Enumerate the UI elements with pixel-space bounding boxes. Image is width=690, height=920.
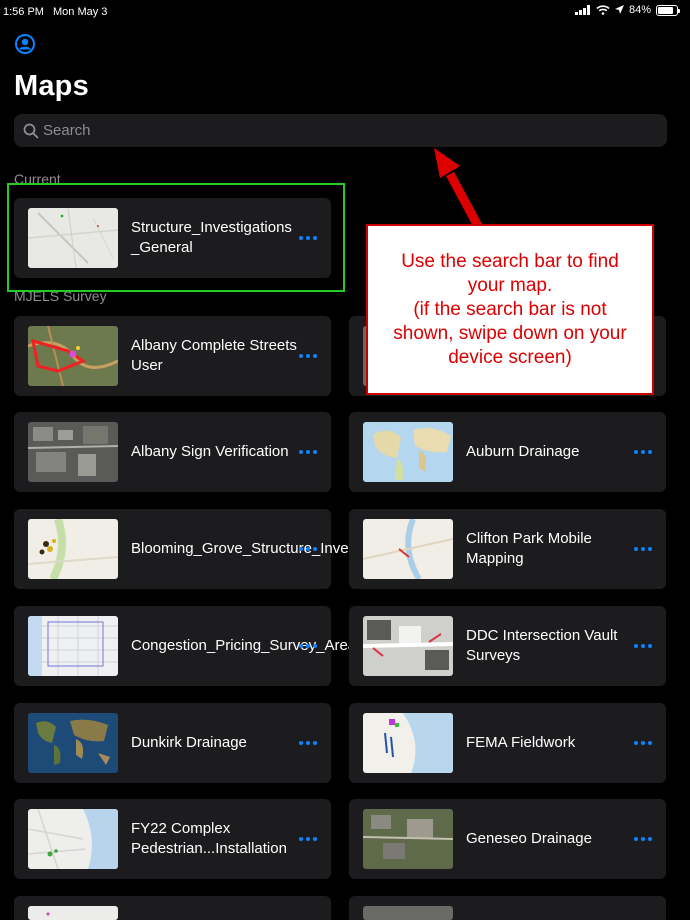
map-card-partial[interactable]	[349, 896, 666, 920]
ellipsis-icon[interactable]	[297, 446, 319, 458]
person-circle-icon[interactable]	[15, 34, 35, 54]
magnifier-icon	[23, 123, 39, 138]
battery-percent: 84%	[628, 4, 651, 16]
map-card[interactable]: Auburn Drainage	[349, 412, 666, 492]
ellipsis-icon[interactable]	[297, 543, 319, 555]
ellipsis-icon[interactable]	[632, 737, 654, 749]
location-icon	[614, 5, 624, 14]
search-input[interactable]	[43, 122, 643, 139]
annotation-callout: Use the search bar to find your map. (if…	[366, 224, 654, 395]
ellipsis-icon[interactable]	[297, 350, 319, 362]
map-title: Auburn Drainage	[466, 443, 580, 460]
map-card[interactable]: DDC Intersection Vault Surveys	[349, 606, 666, 686]
map-thumbnail	[28, 519, 118, 579]
callout-line: device screen)	[448, 347, 572, 368]
page-title: Maps	[14, 70, 89, 102]
ellipsis-icon[interactable]	[297, 737, 319, 749]
map-thumbnail	[28, 906, 118, 920]
callout-line: Use the search bar to find	[401, 251, 619, 272]
ellipsis-icon[interactable]	[297, 833, 319, 845]
map-title: Dunkirk Drainage	[131, 734, 247, 751]
map-thumbnail	[28, 809, 118, 869]
map-thumbnail	[28, 422, 118, 482]
map-title: Geneseo Drainage	[466, 830, 592, 847]
map-title: Blooming_Grove_Structure_Investigations	[131, 540, 412, 557]
ellipsis-icon[interactable]	[297, 640, 319, 652]
ellipsis-icon[interactable]	[632, 446, 654, 458]
map-title: Albany Complete Streets User	[131, 337, 297, 374]
map-card[interactable]: Dunkirk Drainage	[14, 703, 331, 783]
map-thumbnail	[363, 713, 453, 773]
map-title: FEMA Fieldwork	[466, 734, 576, 751]
map-card[interactable]: Geneseo Drainage	[349, 799, 666, 879]
map-title: FY22 Complex Pedestrian...Installation	[131, 820, 287, 857]
battery-level	[658, 6, 674, 14]
map-thumbnail	[28, 616, 118, 676]
map-card[interactable]: Clifton Park Mobile Mapping	[349, 509, 666, 589]
status-indicators: 84%	[574, 4, 680, 16]
map-card-partial[interactable]	[14, 896, 331, 920]
callout-line: your map.	[467, 275, 553, 296]
callout-line: (if the search bar is not	[413, 299, 607, 320]
status-time: 1:56 PM	[3, 6, 44, 18]
map-title: Albany Sign Verification	[131, 443, 289, 460]
battery-icon	[656, 4, 680, 16]
map-title: Clifton Park Mobile Mapping	[466, 530, 592, 567]
map-card[interactable]: FY22 Complex Pedestrian...Installation	[14, 799, 331, 879]
ellipsis-icon[interactable]	[632, 543, 654, 555]
map-card[interactable]: Albany Complete Streets User	[14, 316, 331, 396]
search-bar[interactable]	[14, 114, 667, 147]
ellipsis-icon[interactable]	[632, 833, 654, 845]
status-bar: 1:56 PM Mon May 3 84%	[0, 0, 690, 24]
map-thumbnail	[363, 906, 453, 920]
map-card[interactable]: FEMA Fieldwork	[349, 703, 666, 783]
map-thumbnail	[363, 809, 453, 869]
map-title: DDC Intersection Vault Surveys	[466, 627, 618, 664]
callout-line: shown, swipe down on your	[393, 323, 627, 344]
signal-icon	[574, 5, 590, 15]
map-thumbnail	[363, 519, 453, 579]
status-date: Mon May 3	[53, 6, 108, 18]
ellipsis-icon[interactable]	[632, 640, 654, 652]
map-thumbnail	[363, 422, 453, 482]
map-card[interactable]: Albany Sign Verification	[14, 412, 331, 492]
map-thumbnail	[28, 713, 118, 773]
map-card[interactable]: Blooming_Grove_Structure_Investigations	[14, 509, 412, 589]
wifi-icon	[596, 5, 610, 15]
map-card[interactable]: Congestion_Pricing_Survey_Areas	[14, 606, 364, 686]
map-thumbnail	[363, 616, 453, 676]
highlight-box	[7, 183, 345, 292]
map-title: Congestion_Pricing_Survey_Areas	[131, 637, 364, 654]
map-thumbnail	[28, 326, 118, 386]
